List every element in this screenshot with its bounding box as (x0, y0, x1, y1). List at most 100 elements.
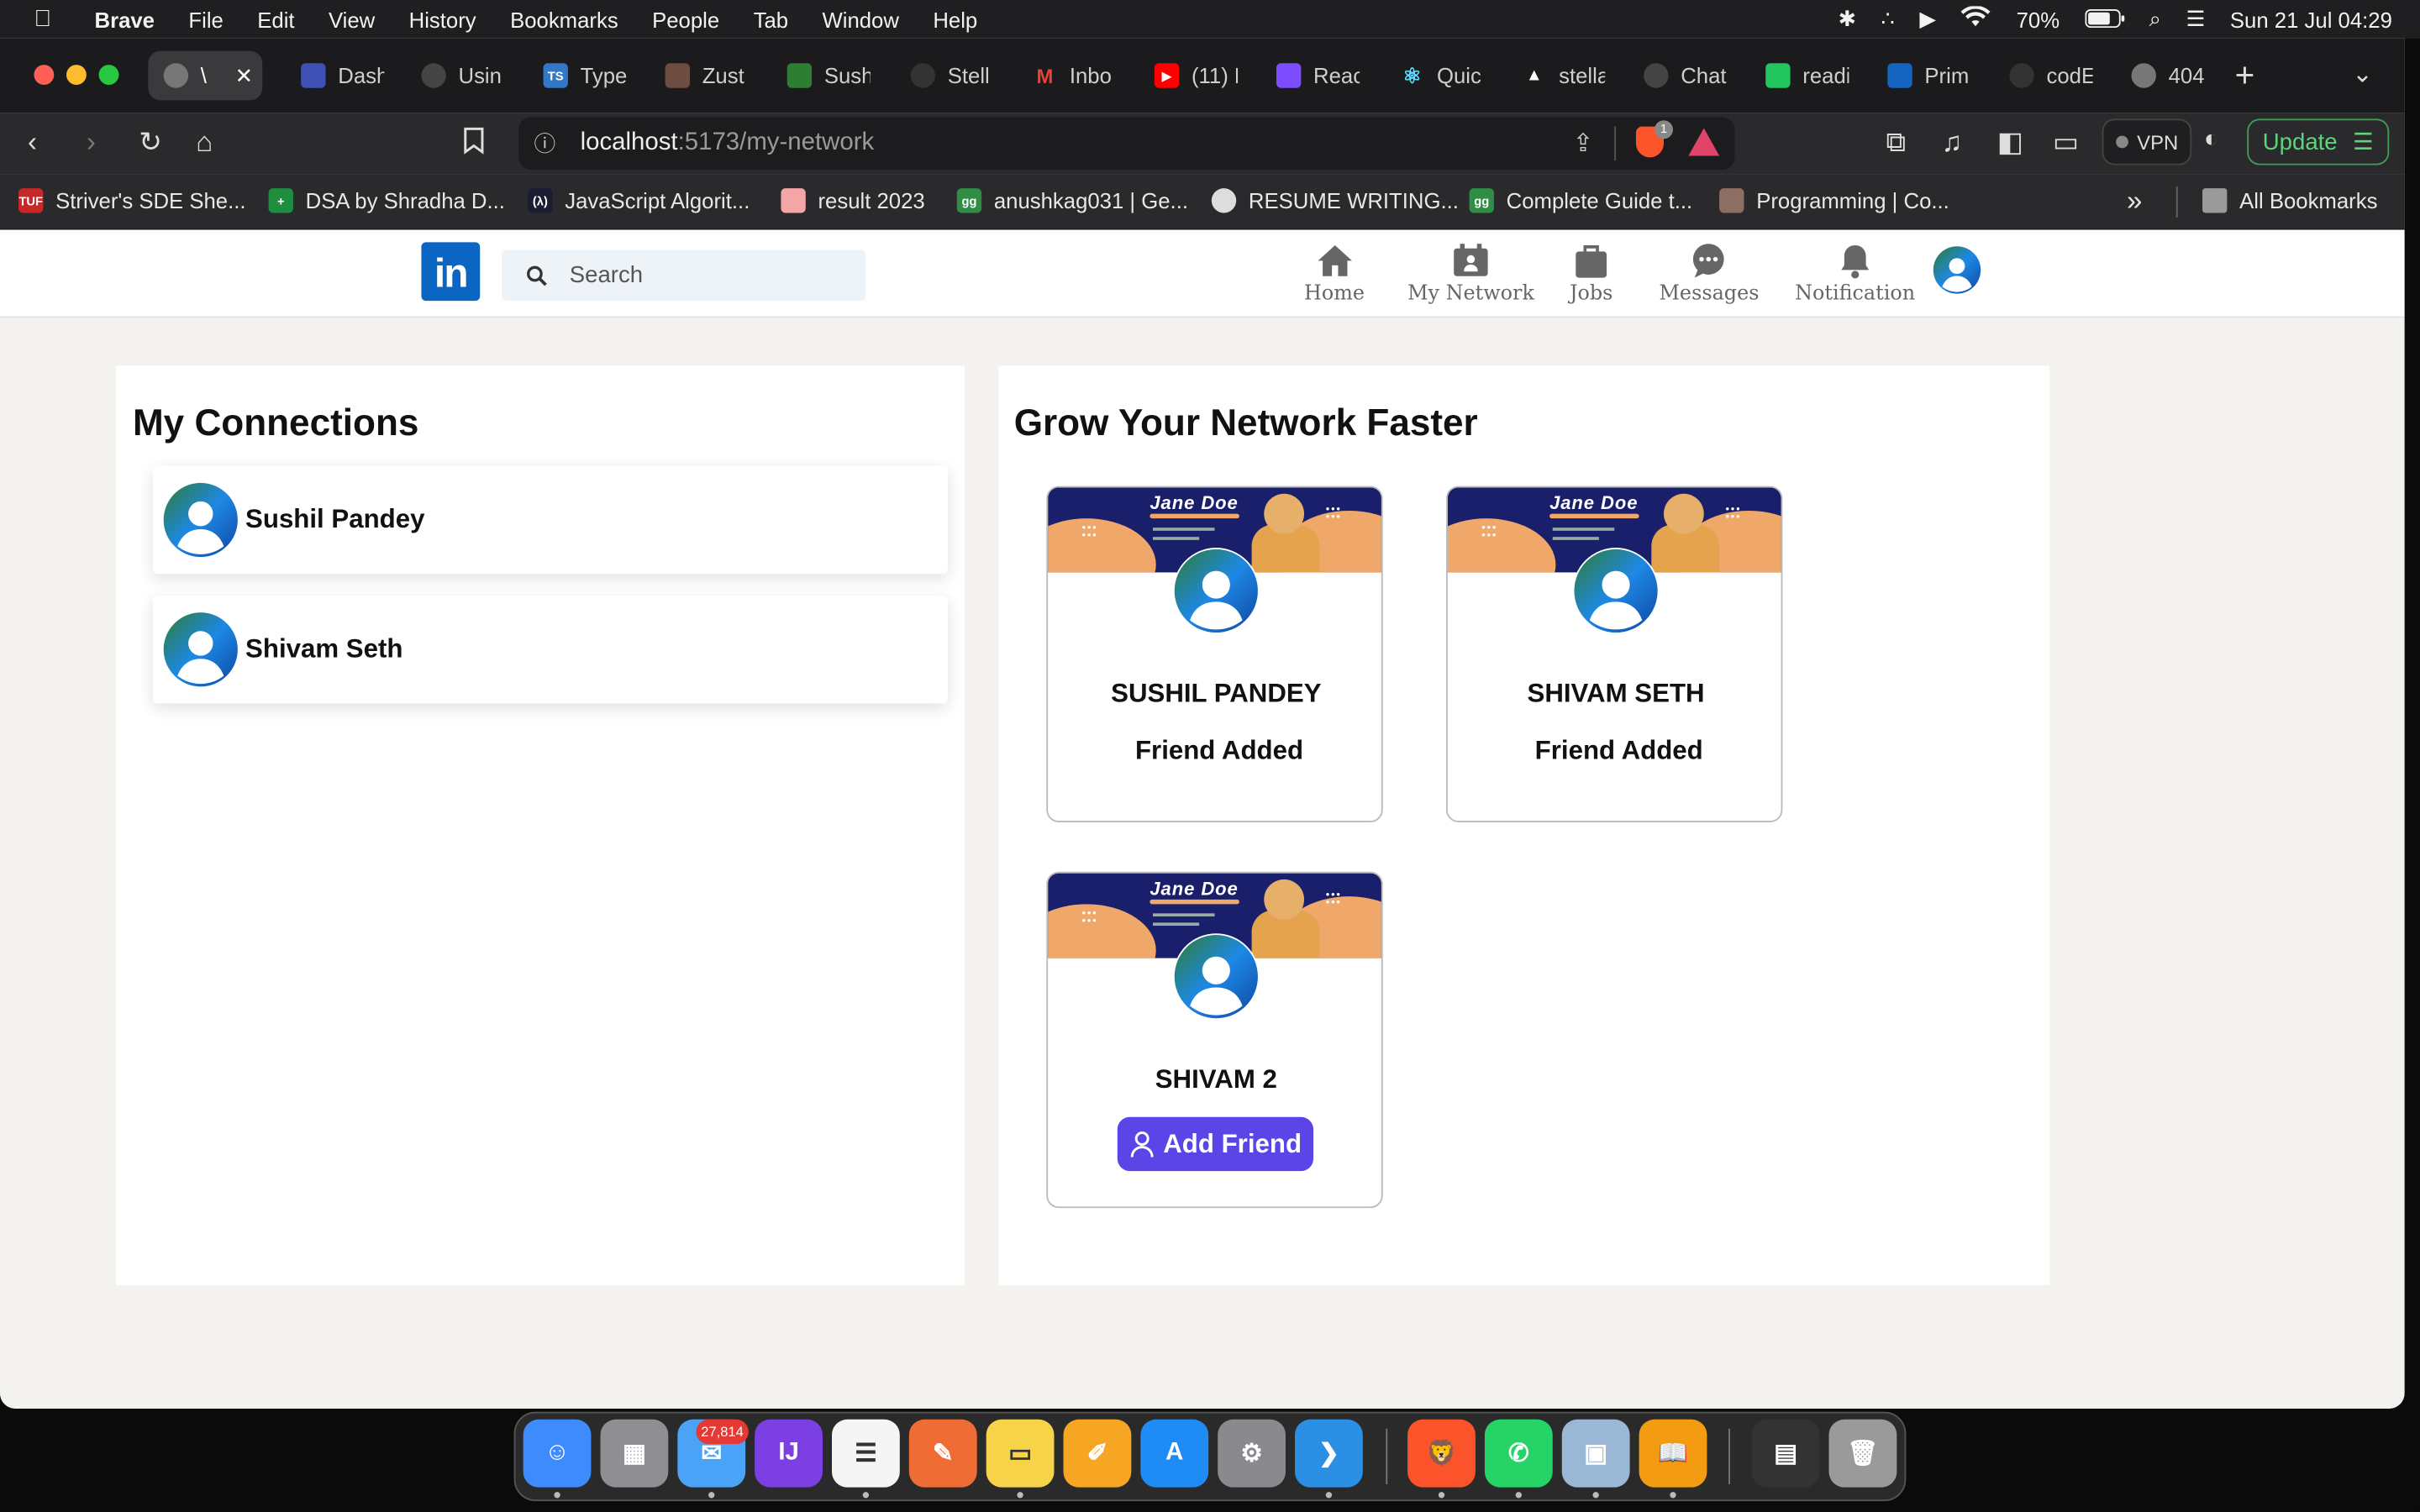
nav-home[interactable]: Home (1304, 242, 1365, 306)
bookmark-item[interactable]: gg Complete Guide t... (1469, 175, 1692, 227)
wifi-icon[interactable] (1961, 5, 1992, 32)
search-input[interactable]: Search (501, 249, 866, 302)
nav-my-network[interactable]: My Network (1407, 242, 1534, 306)
intellij-icon[interactable]: IJ (755, 1419, 823, 1488)
trash-icon[interactable]: 🗑 (1828, 1419, 1897, 1488)
bookmark-icon[interactable] (463, 127, 485, 162)
wallet-icon[interactable]: ▭ (2053, 127, 2079, 160)
menu-app-name[interactable]: Brave (94, 7, 154, 31)
menu-edit[interactable]: Edit (257, 7, 294, 31)
activity-monitor-icon[interactable]: ▤ (1751, 1419, 1820, 1488)
browser-tab[interactable]: Sush (771, 51, 871, 101)
nav-notification[interactable]: Notification (1795, 242, 1916, 306)
bookmark-item[interactable]: TUF Striver's SDE She... (18, 175, 246, 227)
home-icon[interactable]: ⌂ (196, 127, 213, 160)
connection-item[interactable]: Sushil Pandey (152, 465, 948, 575)
forward-arrow-icon[interactable]: › (87, 127, 96, 160)
menu-bookmarks[interactable]: Bookmarks (510, 7, 618, 31)
all-bookmarks-folder[interactable]: All Bookmarks (2202, 175, 2377, 227)
nav-messages[interactable]: Messages (1659, 242, 1759, 306)
update-button[interactable]: Update ☰ (2247, 118, 2390, 165)
reload-icon[interactable]: ↻ (139, 127, 162, 160)
menu-window[interactable]: Window (822, 7, 898, 31)
browser-tab[interactable]: Stell (895, 51, 994, 101)
browser-tab[interactable]: ▶ (11) F (1139, 51, 1238, 101)
add-friend-button[interactable]: Add Friend (1117, 1116, 1314, 1172)
play-icon[interactable]: ▶ (1919, 6, 1936, 32)
bookmark-item[interactable]: + DSA by Shradha D... (268, 175, 505, 227)
browser-tab[interactable]: Zust (650, 51, 749, 101)
app-store-icon[interactable]: A (1140, 1419, 1209, 1488)
minimize-window-button[interactable] (66, 65, 87, 86)
bookmark-label: Striver's SDE She... (55, 188, 246, 213)
browser-tab[interactable]: \ ✕ (148, 50, 263, 101)
brave-icon[interactable]: 🦁 (1407, 1419, 1476, 1488)
whatsapp-icon[interactable]: ✆ (1484, 1419, 1553, 1488)
new-tab-plus-icon[interactable]: + (2235, 55, 2255, 96)
close-window-button[interactable] (34, 65, 55, 86)
bookmark-item[interactable]: Programming | Co... (1719, 175, 1949, 227)
zoom-window-button[interactable] (98, 65, 119, 86)
books-icon[interactable]: 📖 (1639, 1419, 1707, 1488)
menu-people[interactable]: People (652, 7, 719, 31)
nav-notification-label: Notification (1795, 282, 1916, 306)
system-settings-icon[interactable]: ⚙ (1218, 1419, 1286, 1488)
reminders-icon[interactable]: ☰ (831, 1419, 900, 1488)
browser-tab[interactable]: codE (1994, 51, 2093, 101)
menu-help[interactable]: Help (933, 7, 977, 31)
back-arrow-icon[interactable]: ‹ (28, 127, 37, 160)
menu-view[interactable]: View (329, 7, 375, 31)
tab-title: stella (1559, 63, 1606, 88)
finder-icon[interactable]: ☺ (523, 1419, 592, 1488)
postman-icon[interactable]: ✎ (908, 1419, 977, 1488)
browser-tab[interactable]: ⚛ Quic (1385, 51, 1484, 101)
control-center-icon[interactable]: ☰ (2186, 6, 2205, 32)
browser-tab[interactable]: readi (1750, 51, 1849, 101)
site-info-icon[interactable]: ⓘ (534, 128, 556, 159)
close-tab-icon[interactable]: ✕ (235, 62, 254, 88)
browser-tab[interactable]: TS Type (528, 51, 627, 101)
vscode-icon[interactable]: ❯ (1295, 1419, 1363, 1488)
linkedin-logo[interactable]: in (421, 242, 481, 302)
browser-tab[interactable]: Usin (406, 51, 505, 101)
browser-tab[interactable]: 404 (2116, 51, 2215, 101)
menu-tab[interactable]: Tab (754, 7, 788, 31)
bookmark-item[interactable]: RESUME WRITING... (1211, 175, 1459, 227)
hamburger-menu-icon: ☰ (2353, 129, 2374, 156)
bookmark-item[interactable]: result 2023 (781, 175, 925, 227)
tab-search-chevron-icon[interactable]: ⌄ (2352, 59, 2373, 90)
notes-icon[interactable]: ▭ (986, 1419, 1055, 1488)
connection-item[interactable]: Shivam Seth (152, 595, 948, 704)
brave-rewards-icon[interactable] (1688, 128, 1720, 156)
share-icon[interactable]: ⇪ (1573, 128, 1594, 159)
menu-history[interactable]: History (409, 7, 476, 31)
launchpad-icon[interactable]: ▦ (600, 1419, 669, 1488)
profile-avatar[interactable] (1933, 245, 1982, 295)
more-bookmarks-chevron-icon[interactable]: » (2127, 175, 2142, 227)
extensions-icon[interactable]: ⧉ (1886, 127, 1906, 160)
suggestion-card: Jane Doe ••• ••• ••• ••• SHIVAM 2 Add Frie… (1046, 871, 1383, 1209)
clock[interactable]: Sun 21 Jul 04:29 (2230, 7, 2392, 31)
browser-tab[interactable]: ▲ stella (1507, 51, 1606, 101)
preview-icon[interactable]: ▣ (1561, 1419, 1630, 1488)
browser-tab[interactable]: Reac (1261, 51, 1360, 101)
browser-tab[interactable]: M Inbo (1017, 51, 1116, 101)
pages-icon[interactable]: ✐ (1063, 1419, 1132, 1488)
bluetooth-icon[interactable]: ✱ (1839, 6, 1857, 32)
profile-icon[interactable]: ◐ (2204, 127, 2219, 155)
menu-file[interactable]: File (188, 7, 223, 31)
browser-tab[interactable]: Chat (1628, 51, 1728, 101)
sidebar-icon[interactable]: ◧ (1997, 127, 2023, 160)
activity-icon[interactable]: ∴ (1881, 6, 1895, 32)
nav-jobs[interactable]: Jobs (1570, 242, 1612, 306)
battery-icon[interactable] (2084, 7, 2125, 31)
media-icon[interactable]: ♫ (1942, 127, 1963, 160)
bookmark-item[interactable]: (λ) JavaScript Algorit... (528, 175, 750, 227)
apple-icon[interactable]:  (34, 6, 51, 32)
browser-tab[interactable]: Dash (286, 51, 384, 101)
browser-tab[interactable]: Prim (1872, 51, 1971, 101)
spotlight-icon[interactable]: ⌕ (2149, 6, 2161, 32)
vpn-button[interactable]: VPN (2102, 118, 2192, 165)
bookmark-item[interactable]: gg anushkag031 | Ge... (956, 175, 1188, 227)
address-bar[interactable]: ⓘ localhost:5173/my-network ⇪ 1 (518, 117, 1735, 171)
